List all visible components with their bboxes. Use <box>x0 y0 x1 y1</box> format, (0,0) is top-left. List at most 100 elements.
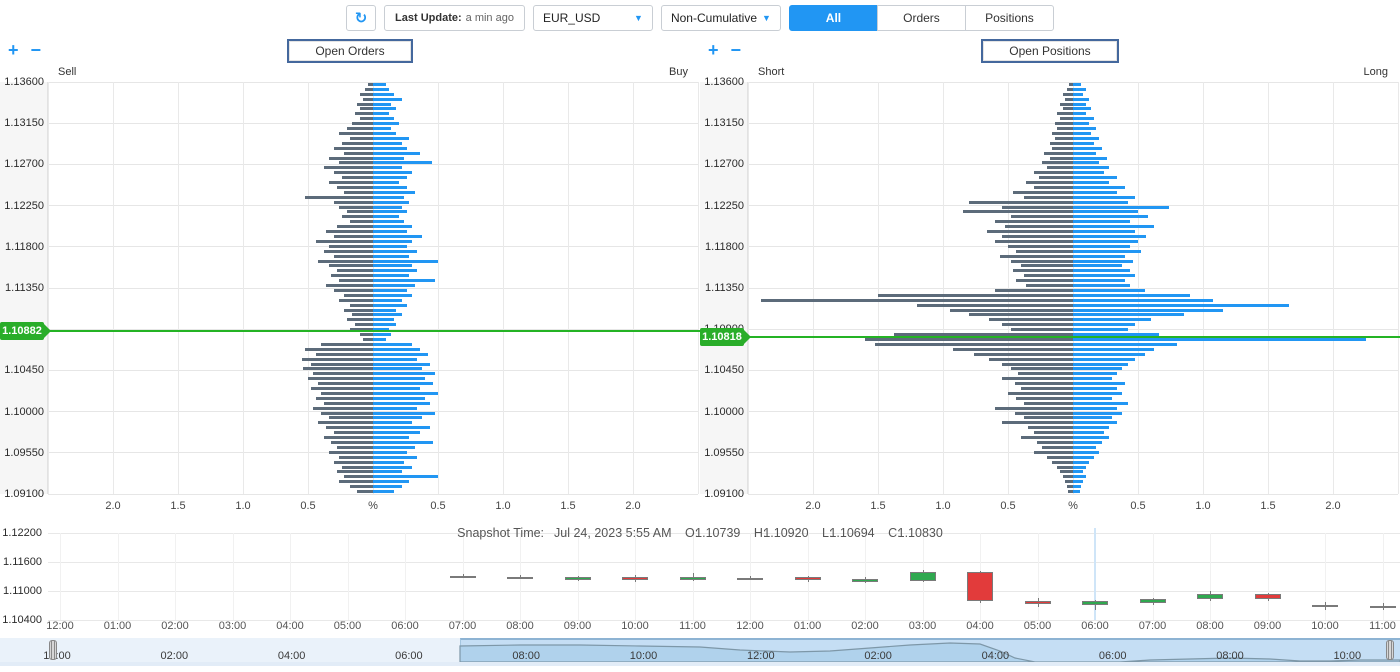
sell-bar <box>339 299 373 302</box>
buy-bar <box>373 436 409 439</box>
refresh-button[interactable]: ↻ <box>346 5 376 31</box>
buy-bar <box>1073 323 1135 326</box>
time-tick-label: 01:00 <box>104 620 132 632</box>
candle <box>507 577 533 579</box>
sell-bar <box>311 387 373 390</box>
buy-bar <box>373 294 412 297</box>
zoom-in-button[interactable]: + <box>8 41 19 59</box>
sell-bar <box>313 372 373 375</box>
candle <box>910 572 936 581</box>
sell-bar <box>995 220 1073 223</box>
buy-bar <box>373 461 404 464</box>
sell-bar <box>357 490 373 493</box>
sell-bar <box>989 318 1074 321</box>
instrument-select[interactable]: EUR_USD ▼ <box>533 5 653 31</box>
buy-bar <box>373 88 389 91</box>
time-tick-label: 03:00 <box>909 620 937 632</box>
sell-bar <box>1044 152 1073 155</box>
buy-bar <box>1073 98 1089 101</box>
buy-bar <box>373 225 412 228</box>
gridline <box>1153 533 1154 620</box>
navigator-scroll-track[interactable] <box>0 662 1400 666</box>
tab-all[interactable]: All <box>789 5 878 31</box>
time-tick-label: 05:00 <box>1024 620 1052 632</box>
mode-select[interactable]: Non-Cumulative ▼ <box>661 5 781 31</box>
sell-bar <box>1037 441 1073 444</box>
candle <box>1370 606 1396 608</box>
zoom-out-button[interactable]: − <box>31 41 42 59</box>
gridline <box>438 82 439 494</box>
current-price-line <box>748 336 1400 338</box>
candlestick-chart[interactable]: Snapshot Time:Jul 24, 2023 5:55 AM O:1.1… <box>0 522 1400 634</box>
sell-bar <box>324 436 373 439</box>
sell-bar <box>339 480 373 483</box>
sell-bar <box>342 215 373 218</box>
gridline <box>568 82 569 494</box>
buy-bar <box>1073 152 1096 155</box>
close-value: 1.10830 <box>898 526 943 540</box>
sell-bar <box>360 93 373 96</box>
price-tick-label: 1.12250 <box>702 200 744 212</box>
navigator-selection[interactable] <box>460 638 1400 662</box>
tab-orders[interactable]: Orders <box>877 5 966 31</box>
candle <box>680 577 706 580</box>
candle <box>1140 599 1166 603</box>
buy-bar <box>1073 431 1104 434</box>
sell-bar <box>1042 161 1073 164</box>
sell-bar <box>329 264 373 267</box>
sell-bar <box>1052 147 1073 150</box>
sell-bar <box>953 348 1073 351</box>
buy-bar <box>1073 269 1130 272</box>
sell-bar <box>1026 284 1073 287</box>
buy-bar <box>373 215 399 218</box>
sell-bar <box>331 441 373 444</box>
buy-bar <box>1073 181 1109 184</box>
sell-bar <box>1024 274 1073 277</box>
zoom-in-button[interactable]: + <box>708 41 719 59</box>
sell-bar <box>878 294 1073 297</box>
navigator-right-handle[interactable] <box>1386 640 1394 660</box>
buy-bar <box>373 353 428 356</box>
buy-bar <box>373 255 409 258</box>
sell-bar <box>363 338 373 341</box>
buy-bar <box>1073 206 1169 209</box>
buy-bar <box>1073 372 1117 375</box>
navigator-left-handle[interactable] <box>49 640 57 660</box>
price-tick-label: 1.13600 <box>2 76 44 88</box>
buy-bar <box>1073 377 1112 380</box>
sell-bar <box>311 363 373 366</box>
navigator-time-label: 02:00 <box>161 650 189 662</box>
buy-bar <box>1073 284 1130 287</box>
sell-bar <box>1013 191 1073 194</box>
gridline <box>633 82 634 494</box>
sell-bar <box>313 407 373 410</box>
gridline <box>813 82 814 494</box>
buy-bar <box>1073 240 1138 243</box>
sell-bar <box>360 117 373 120</box>
sell-bar <box>344 309 373 312</box>
buy-bar <box>1073 215 1148 218</box>
sell-bar <box>316 397 373 400</box>
sell-bar <box>963 210 1074 213</box>
sell-bar <box>326 230 373 233</box>
order-book-plot[interactable] <box>48 82 698 494</box>
sell-bar <box>318 382 373 385</box>
buy-bar <box>373 186 407 189</box>
buy-bar <box>1073 142 1094 145</box>
tab-positions[interactable]: Positions <box>965 5 1054 31</box>
current-price-label: 1.10818 <box>700 328 744 346</box>
buy-bar <box>1073 343 1177 346</box>
sell-bar <box>318 260 373 263</box>
zoom-out-button[interactable]: − <box>731 41 742 59</box>
position-book-plot[interactable] <box>748 82 1398 494</box>
buy-bar <box>1073 382 1125 385</box>
time-tick-label: 09:00 <box>1254 620 1282 632</box>
price-tick-label: 1.11350 <box>702 282 744 294</box>
buy-bar <box>373 279 435 282</box>
buy-bar <box>373 323 396 326</box>
buy-bar <box>373 318 394 321</box>
sell-bar <box>995 407 1073 410</box>
sell-bar <box>337 470 373 473</box>
buy-bar <box>1073 412 1122 415</box>
gridline <box>48 562 1400 563</box>
